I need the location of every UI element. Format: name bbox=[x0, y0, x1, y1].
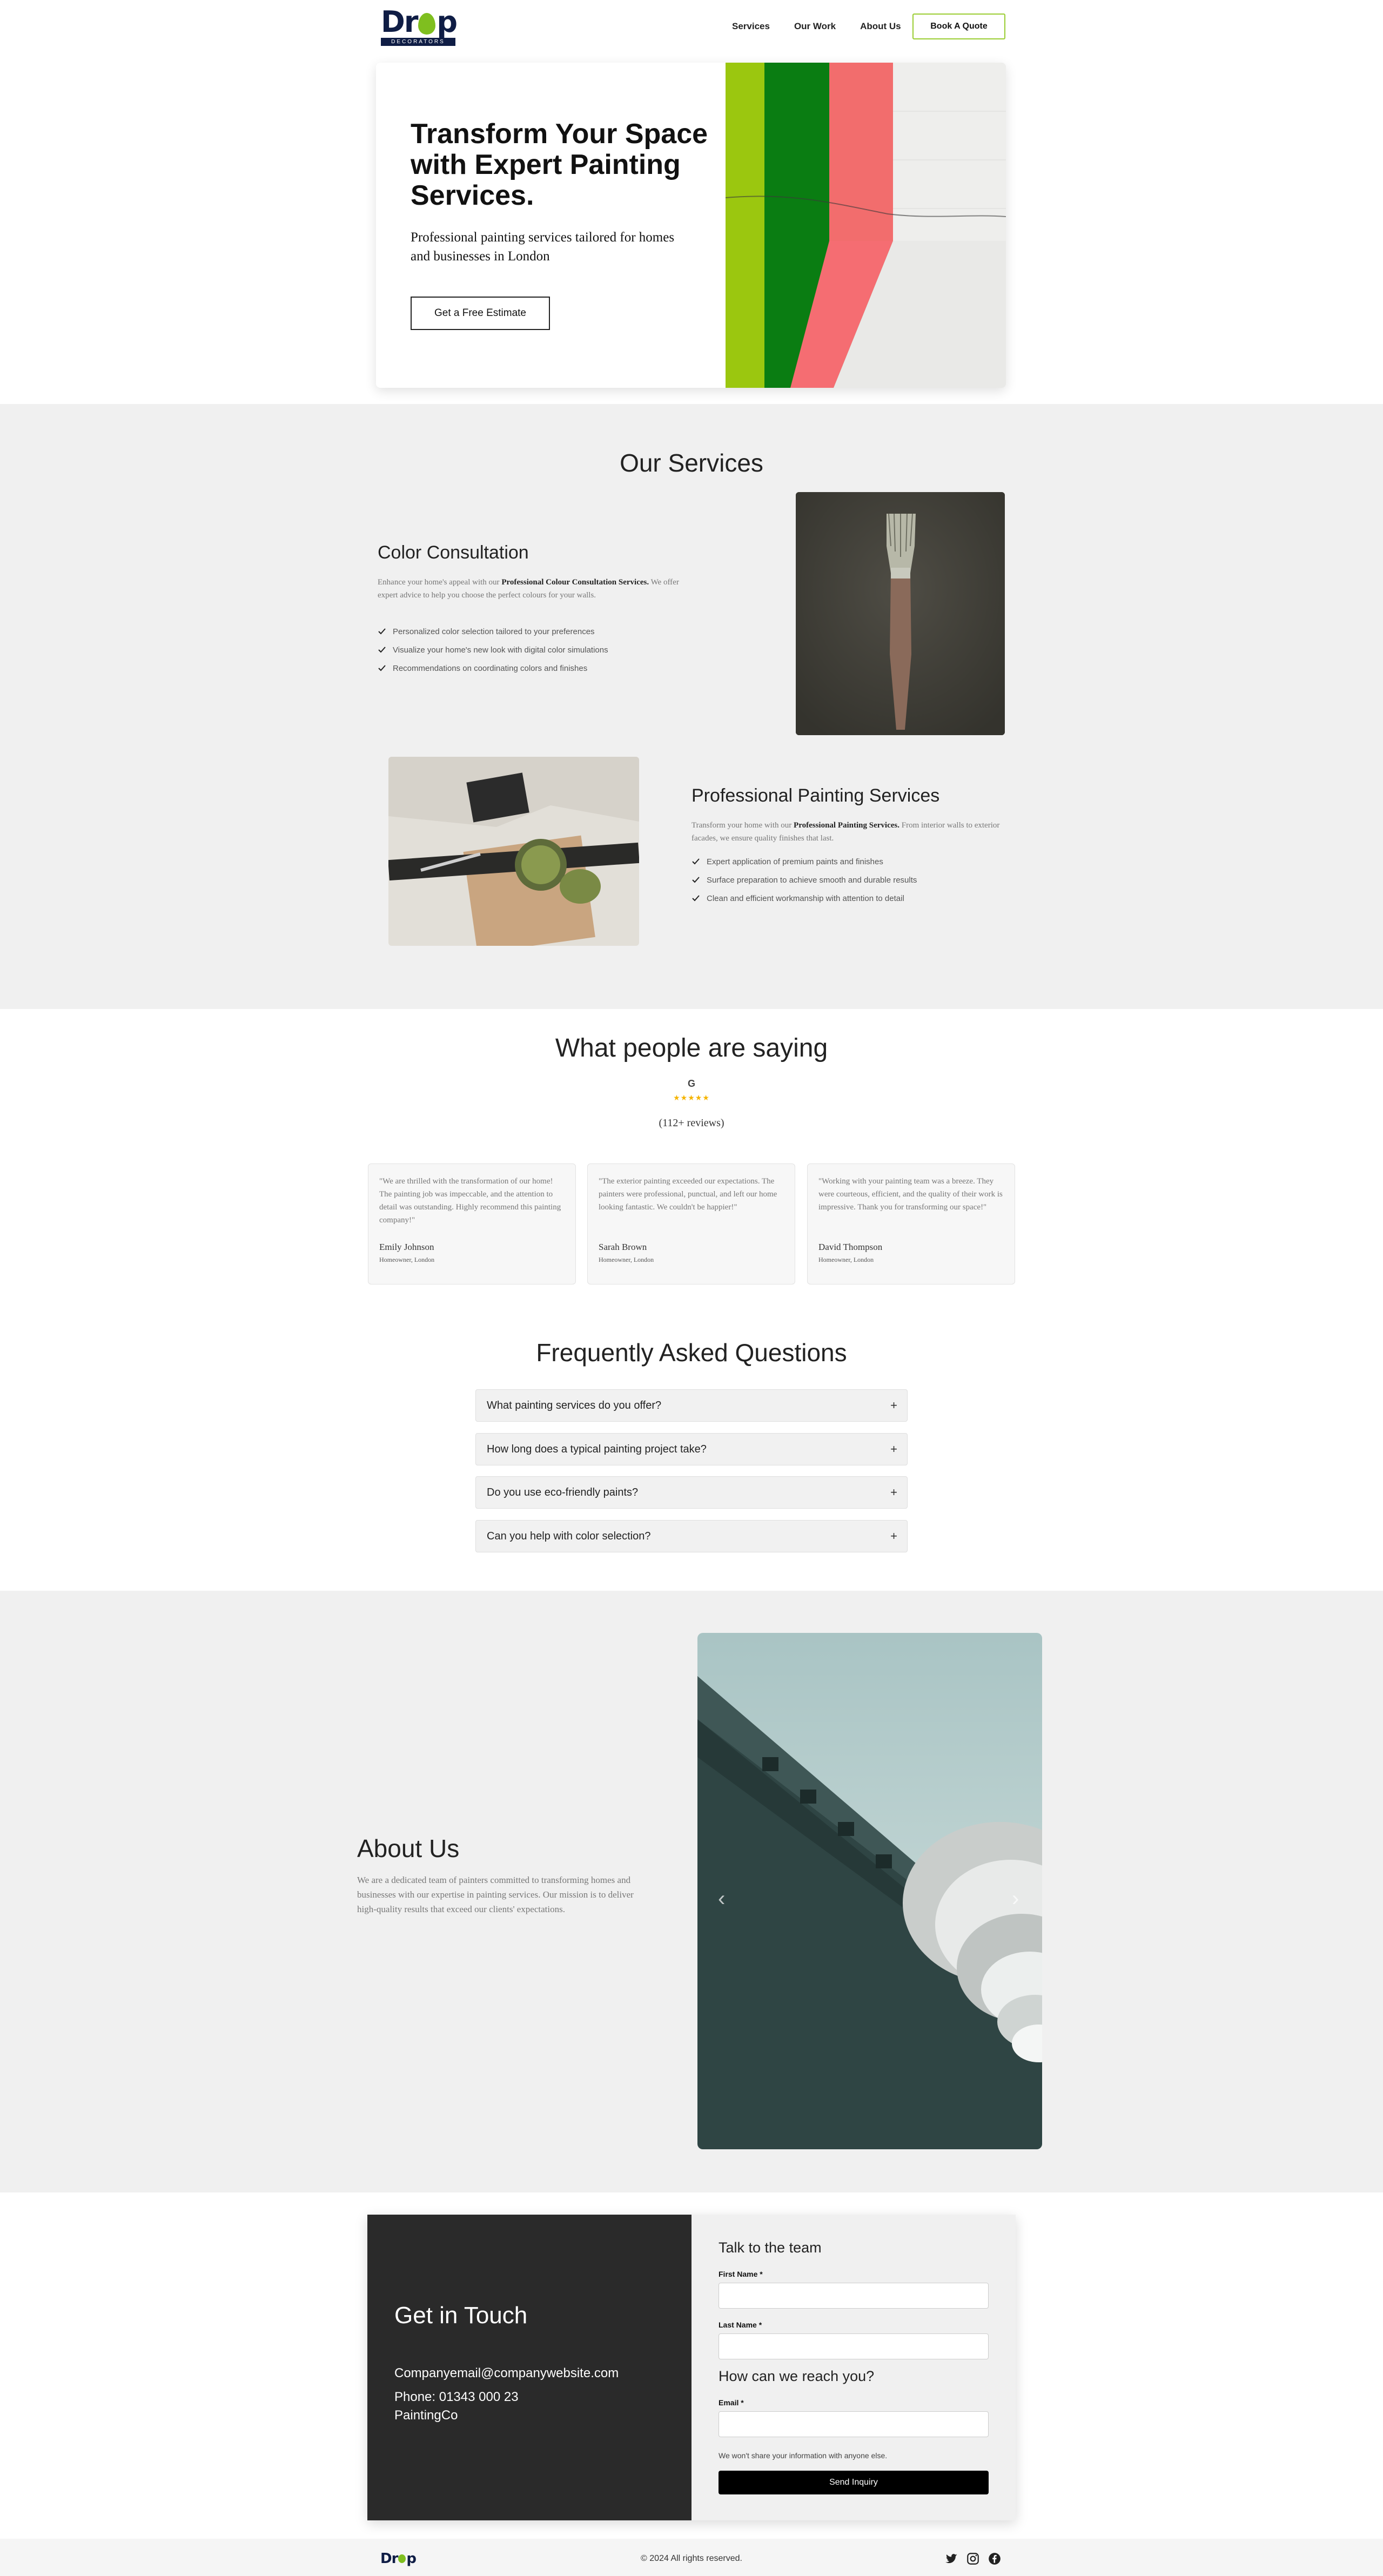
reviewer-name: David Thompson bbox=[818, 1242, 883, 1252]
about-carousel: ‹ › bbox=[697, 1633, 1042, 2149]
list-item: Visualize your home's new look with digi… bbox=[378, 641, 608, 659]
list-item: Expert application of premium paints and… bbox=[692, 852, 917, 871]
check-icon bbox=[692, 877, 700, 883]
reviewer-role: Homeowner, London bbox=[379, 1256, 435, 1263]
contact-card: Get in Touch Companyemail@companywebsite… bbox=[367, 2215, 1016, 2520]
faq-question: How long does a typical painting project… bbox=[487, 1443, 707, 1455]
color-consultation-list: Personalized color selection tailored to… bbox=[378, 622, 608, 677]
painting-services-title: Professional Painting Services bbox=[692, 785, 940, 806]
hero-subtitle: Professional painting services tailored … bbox=[411, 230, 675, 264]
review-text: "We are thrilled with the transformation… bbox=[379, 1177, 561, 1225]
faq-item[interactable]: Do you use eco-friendly paints? + bbox=[475, 1476, 908, 1509]
about-title: About Us bbox=[357, 1834, 460, 1862]
twitter-icon[interactable] bbox=[944, 2552, 958, 2566]
top-navigation: Dr p DECORATORS Services Our Work About U… bbox=[0, 0, 1383, 54]
carousel-prev-button[interactable]: ‹ bbox=[718, 1887, 725, 1911]
plus-icon[interactable]: + bbox=[890, 1442, 897, 1456]
hero-card: Transform Your Space with Expert Paintin… bbox=[376, 63, 1006, 388]
form-title: Talk to the team bbox=[719, 2239, 822, 2256]
social-links bbox=[944, 2552, 1002, 2566]
list-item: Clean and efficient workmanship with att… bbox=[692, 889, 917, 907]
last-name-label: Last Name * bbox=[719, 2321, 762, 2329]
send-inquiry-button[interactable]: Send Inquiry bbox=[719, 2471, 989, 2494]
services-title: Our Services bbox=[620, 449, 763, 477]
faq-item[interactable]: How long does a typical painting project… bbox=[475, 1433, 908, 1465]
color-consultation-desc: Enhance your home's appeal with our Prof… bbox=[378, 578, 679, 600]
facebook-icon[interactable] bbox=[988, 2552, 1002, 2566]
carousel-next-button[interactable]: › bbox=[1012, 1887, 1019, 1911]
check-icon bbox=[378, 647, 386, 653]
review-text: "The exterior painting exceeded our expe… bbox=[599, 1177, 777, 1212]
logo[interactable]: Dr p DECORATORS bbox=[381, 5, 458, 46]
review-text: "Working with your painting team was a b… bbox=[818, 1177, 1003, 1212]
faq-title: Frequently Asked Questions bbox=[536, 1339, 847, 1367]
reviewer-name: Emily Johnson bbox=[379, 1242, 434, 1252]
painting-services-desc: Transform your home with our Professiona… bbox=[692, 821, 1000, 843]
drop-icon bbox=[418, 13, 436, 35]
reviewer-role: Homeowner, London bbox=[599, 1256, 654, 1263]
check-icon bbox=[378, 665, 386, 671]
first-name-field[interactable] bbox=[719, 2283, 989, 2309]
nav-link-about-us[interactable]: About Us bbox=[860, 18, 901, 35]
copyright: © 2024 All rights reserved. bbox=[641, 2554, 742, 2563]
plus-icon[interactable]: + bbox=[890, 1398, 897, 1413]
nav-link-services[interactable]: Services bbox=[732, 18, 770, 35]
review-card: "The exterior painting exceeded our expe… bbox=[587, 1163, 795, 1284]
faq-question: Can you help with color selection? bbox=[487, 1530, 651, 1542]
email-field[interactable] bbox=[719, 2411, 989, 2437]
last-name-field[interactable] bbox=[719, 2333, 989, 2359]
free-estimate-button[interactable]: Get a Free Estimate bbox=[411, 297, 550, 330]
check-icon bbox=[692, 895, 700, 902]
faq-question: What painting services do you offer? bbox=[487, 1399, 662, 1411]
nav-link-our-work[interactable]: Our Work bbox=[794, 18, 836, 35]
nav-links: Services Our Work About Us bbox=[732, 18, 925, 35]
hero-title: Transform Your Space with Expert Paintin… bbox=[411, 118, 708, 211]
contact-info-panel: Get in Touch Companyemail@companywebsite… bbox=[367, 2215, 692, 2520]
contact-title: Get in Touch bbox=[394, 2302, 528, 2329]
faq-item[interactable]: What painting services do you offer? + bbox=[475, 1389, 908, 1422]
star-rating: ★★★★★ bbox=[673, 1093, 710, 1102]
contact-form: Talk to the team First Name * Last Name … bbox=[692, 2215, 1016, 2520]
plus-icon[interactable]: + bbox=[890, 1485, 897, 1499]
faq-question: Do you use eco-friendly paints? bbox=[487, 1486, 639, 1498]
review-count: (112+ reviews) bbox=[659, 1117, 724, 1129]
painting-services-list: Expert application of premium paints and… bbox=[692, 852, 917, 907]
about-text: We are a dedicated team of painters comm… bbox=[357, 1875, 634, 1914]
contact-email[interactable]: Companyemail@companywebsite.com bbox=[394, 2366, 619, 2381]
list-item: Personalized color selection tailored to… bbox=[378, 622, 608, 641]
services-section: Our Services Color Consultation Enhance … bbox=[0, 404, 1383, 1009]
paint-supplies-image bbox=[388, 757, 639, 946]
faq-item[interactable]: Can you help with color selection? + bbox=[475, 1520, 908, 1552]
list-item: Surface preparation to achieve smooth an… bbox=[692, 871, 917, 889]
contact-phone[interactable]: Phone: 01343 000 23 bbox=[394, 2390, 519, 2405]
reviews-title: What people are saying bbox=[555, 1034, 828, 1062]
instagram-icon[interactable] bbox=[966, 2552, 980, 2566]
logo-wordmark: Dr p bbox=[381, 5, 458, 39]
paintbrush-image bbox=[796, 492, 1005, 735]
color-consultation-title: Color Consultation bbox=[378, 542, 529, 563]
reach-title: How can we reach you? bbox=[719, 2368, 875, 2384]
check-icon bbox=[378, 628, 386, 635]
list-item: Recommendations on coordinating colors a… bbox=[378, 659, 608, 677]
privacy-note: We won't share your information with any… bbox=[719, 2451, 888, 2460]
review-card: "Working with your painting team was a b… bbox=[807, 1163, 1015, 1284]
plus-icon[interactable]: + bbox=[890, 1529, 897, 1543]
reviewer-name: Sarah Brown bbox=[599, 1242, 647, 1252]
hero-image bbox=[726, 63, 1006, 388]
check-icon bbox=[692, 858, 700, 865]
logo-tagline: DECORATORS bbox=[381, 38, 455, 46]
reviewer-role: Homeowner, London bbox=[818, 1256, 874, 1263]
book-quote-button[interactable]: Book A Quote bbox=[912, 14, 1005, 39]
first-name-label: First Name * bbox=[719, 2270, 763, 2278]
footer: Dr p © 2024 All rights reserved. bbox=[0, 2539, 1383, 2576]
google-icon: G bbox=[687, 1078, 695, 1089]
contact-company: PaintingCo bbox=[394, 2408, 458, 2423]
about-section: About Us We are a dedicated team of pain… bbox=[0, 1591, 1383, 2192]
email-label: Email * bbox=[719, 2398, 744, 2407]
review-card: "We are thrilled with the transformation… bbox=[368, 1163, 576, 1284]
ceiling-lamp-image bbox=[697, 1633, 1042, 2149]
